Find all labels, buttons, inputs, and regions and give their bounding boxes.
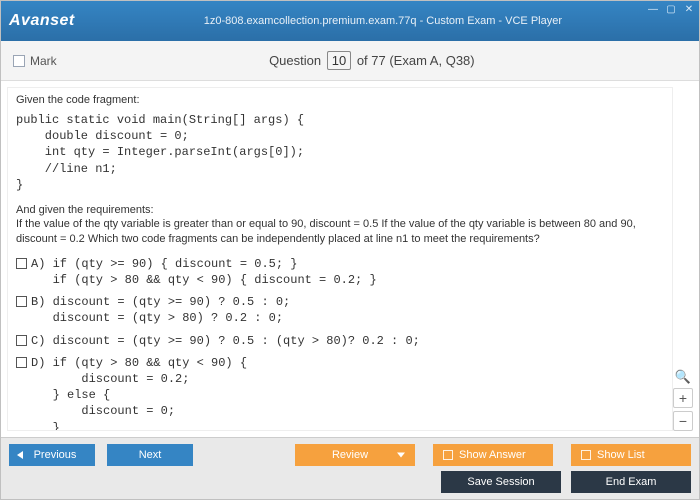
option-a-checkbox[interactable] <box>16 258 27 269</box>
review-button[interactable]: Review <box>295 444 415 466</box>
magnifier-icon[interactable]: 🔍 <box>675 369 691 385</box>
zoom-out-button[interactable]: − <box>673 411 693 431</box>
content-area: Given the code fragment: public static v… <box>1 81 699 437</box>
show-answer-label: Show Answer <box>459 449 526 461</box>
option-b: B) discount = (qty >= 90) ? 0.5 : 0; dis… <box>16 294 664 326</box>
app-logo: Avanset <box>9 12 75 30</box>
stem-intro: Given the code fragment: <box>16 94 664 106</box>
box-icon <box>581 450 591 460</box>
option-c-checkbox[interactable] <box>16 335 27 346</box>
mark-checkbox[interactable] <box>13 55 25 67</box>
footer-row-2: Save Session End Exam <box>9 471 691 493</box>
question-header-bar: Mark Question 10 of 77 (Exam A, Q38) <box>1 41 699 81</box>
maximize-icon[interactable]: ▢ <box>665 3 677 15</box>
option-c: C) discount = (qty >= 90) ? 0.5 : (qty >… <box>16 333 664 349</box>
option-b-checkbox[interactable] <box>16 296 27 307</box>
question-number: 10 <box>327 51 351 70</box>
option-a-text: A) if (qty >= 90) { discount = 0.5; } if… <box>31 256 377 288</box>
option-d-checkbox[interactable] <box>16 357 27 368</box>
show-answer-button[interactable]: Show Answer <box>433 444 553 466</box>
mark-label: Mark <box>30 54 57 68</box>
option-c-text: C) discount = (qty >= 90) ? 0.5 : (qty >… <box>31 333 420 349</box>
close-icon[interactable]: ✕ <box>683 3 695 15</box>
zoom-controls: 🔍 + − <box>673 369 693 431</box>
option-b-text: B) discount = (qty >= 90) ? 0.5 : 0; dis… <box>31 294 290 326</box>
previous-button[interactable]: Previous <box>9 444 95 466</box>
show-list-label: Show List <box>597 449 645 461</box>
requirements-title: And given the requirements: <box>16 203 664 217</box>
show-list-button[interactable]: Show List <box>571 444 691 466</box>
save-session-button[interactable]: Save Session <box>441 471 561 493</box>
requirements: And given the requirements: If the value… <box>16 203 664 246</box>
window-controls: — ▢ ✕ <box>647 3 695 15</box>
question-label-pre: Question <box>269 53 321 68</box>
next-button[interactable]: Next <box>107 444 193 466</box>
option-d-text: D) if (qty > 80 && qty < 90) { discount … <box>31 355 247 431</box>
option-a: A) if (qty >= 90) { discount = 0.5; } if… <box>16 256 664 288</box>
box-icon <box>443 450 453 460</box>
minimize-icon[interactable]: — <box>647 3 659 15</box>
question-label-post: of 77 (Exam A, Q38) <box>357 53 475 68</box>
end-exam-button[interactable]: End Exam <box>571 471 691 493</box>
footer-row-1: Previous Next Review Show Answer Show Li… <box>9 444 691 466</box>
option-d: D) if (qty > 80 && qty < 90) { discount … <box>16 355 664 431</box>
question-scroll[interactable]: Given the code fragment: public static v… <box>7 87 673 431</box>
title-bar: Avanset 1z0-808.examcollection.premium.e… <box>1 1 699 41</box>
footer-bar: Previous Next Review Show Answer Show Li… <box>1 437 699 499</box>
requirements-body: If the value of the qty variable is grea… <box>16 217 664 246</box>
question-position: Question 10 of 77 (Exam A, Q38) <box>57 51 687 70</box>
code-fragment: public static void main(String[] args) {… <box>16 112 664 193</box>
zoom-in-button[interactable]: + <box>673 388 693 408</box>
window-title: 1z0-808.examcollection.premium.exam.77q … <box>75 15 691 27</box>
